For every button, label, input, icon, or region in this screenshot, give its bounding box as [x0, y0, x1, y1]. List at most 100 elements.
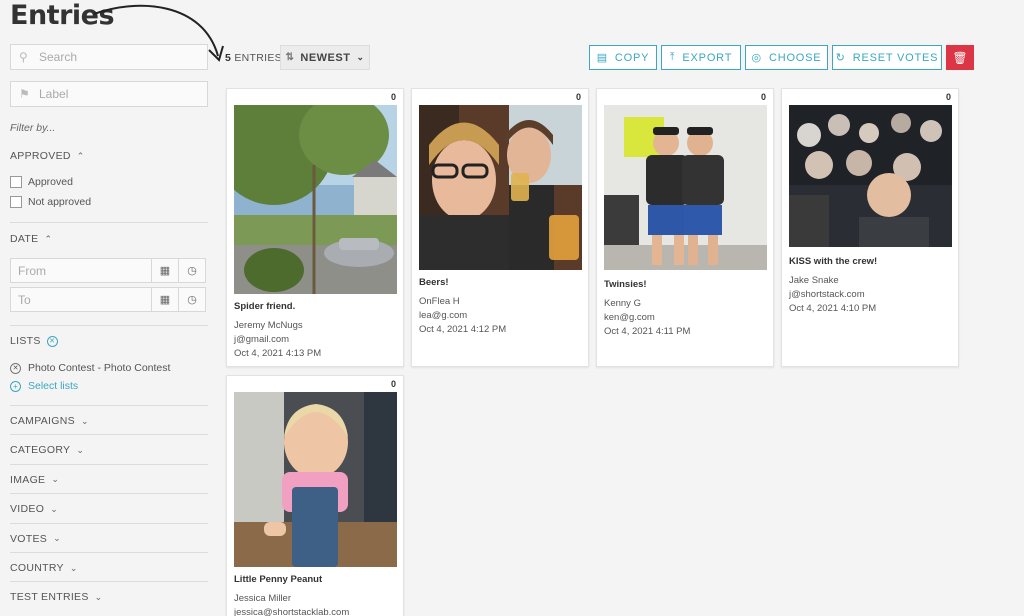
- approved-section-toggle[interactable]: APPROVED ⌃: [10, 150, 85, 162]
- date-to-row: To ▦ ◷: [10, 287, 206, 312]
- section-toggle-country[interactable]: COUNTRY ⌄: [10, 562, 78, 574]
- date-heading: DATE: [10, 233, 39, 245]
- plus-icon: +: [10, 380, 21, 392]
- to-placeholder: To: [18, 292, 31, 307]
- approved-checkbox-row[interactable]: Approved: [10, 176, 73, 188]
- entry-name: Kenny G: [604, 298, 641, 309]
- export-icon: ⤒: [669, 51, 676, 63]
- section-heading: IMAGE: [10, 473, 46, 486]
- clock-icon[interactable]: ◷: [179, 287, 206, 312]
- remove-list-icon[interactable]: ✕: [10, 362, 21, 374]
- divider: [10, 434, 208, 436]
- entry-card[interactable]: 0 Spider friend. Jeremy McNugs j@gmail.c…: [226, 88, 404, 367]
- entry-name: Jeremy McNugs: [234, 320, 303, 331]
- divider: [10, 325, 208, 326]
- calendar-icon[interactable]: ▦: [152, 258, 179, 283]
- chevron-down-icon: ⌄: [51, 474, 60, 485]
- divider: [10, 493, 208, 495]
- entry-title: KISS with the crew!: [789, 256, 878, 267]
- lists-heading: LISTS: [10, 335, 41, 347]
- sort-icon: ⇅: [285, 52, 295, 63]
- choose-button[interactable]: ◎ CHOOSE: [745, 45, 828, 70]
- divider: [10, 463, 208, 465]
- entry-date: Oct 4, 2021 4:11 PM: [604, 326, 691, 337]
- section-toggle-category[interactable]: CATEGORY ⌄: [10, 444, 84, 456]
- section-toggle-test-entries[interactable]: TEST ENTRIES ⌄: [10, 591, 103, 603]
- copy-button[interactable]: ▤ COPY: [589, 45, 657, 70]
- date-section-toggle[interactable]: DATE ⌃: [10, 233, 52, 245]
- entry-date: Oct 4, 2021 4:12 PM: [419, 324, 507, 335]
- vote-count: 0: [390, 379, 396, 389]
- section-toggle-campaigns[interactable]: CAMPAIGNS ⌄: [10, 415, 89, 427]
- entries-count-number: 5: [225, 52, 232, 64]
- entry-photo[interactable]: [234, 105, 397, 294]
- section-toggle-video[interactable]: VIDEO ⌄: [10, 503, 58, 515]
- entry-card[interactable]: 0 KISS with the crew! Jake Snake j@short…: [781, 88, 959, 367]
- search-placeholder: Search: [39, 50, 78, 64]
- section-heading: COUNTRY: [10, 562, 64, 574]
- vote-count: 0: [945, 92, 951, 102]
- entry-card[interactable]: 0 Little Penny Peanut Jessica Miller jes…: [226, 375, 404, 616]
- select-lists-link[interactable]: + Select lists: [10, 380, 78, 392]
- section-heading: CAMPAIGNS: [10, 415, 75, 427]
- entry-date: Oct 4, 2021 4:13 PM: [234, 348, 322, 359]
- entry-meta: Jeremy McNugs j@gmail.com Oct 4, 2021 4:…: [234, 319, 321, 361]
- section-heading: VOTES: [10, 532, 48, 545]
- section-heading: CATEGORY: [10, 444, 71, 457]
- divider: [10, 522, 208, 524]
- lists-section: LISTS ✕: [10, 335, 58, 347]
- entry-card[interactable]: 0 Twinsies! Kenny G ken@g.com Oct 4, 202…: [596, 88, 774, 367]
- approved-option-label: Approved: [28, 176, 73, 188]
- divider: [10, 552, 208, 553]
- divider: [10, 405, 208, 406]
- entry-photo[interactable]: [419, 105, 582, 270]
- entry-card[interactable]: 0 Beers! OnFlea H lea@g.com Oct 4, 2021 …: [411, 88, 589, 367]
- approved-checkbox[interactable]: [10, 176, 22, 188]
- search-input[interactable]: ⚲ Search: [10, 44, 208, 70]
- entry-title: Spider friend.: [234, 301, 296, 312]
- calendar-icon[interactable]: ▦: [152, 287, 179, 312]
- sort-dropdown[interactable]: ⇅ NEWEST ⌄: [280, 45, 370, 70]
- copy-label: COPY: [614, 51, 650, 64]
- export-label: EXPORT: [682, 51, 733, 64]
- entry-name: Jake Snake: [789, 275, 839, 286]
- chevron-up-icon: ⌃: [44, 233, 53, 244]
- label-input[interactable]: ⚑ Label: [10, 81, 208, 107]
- export-button[interactable]: ⤒ EXPORT: [661, 45, 741, 70]
- date-to-input[interactable]: To: [10, 287, 152, 312]
- entry-email: ken@g.com: [604, 312, 655, 323]
- not-approved-checkbox[interactable]: [10, 196, 22, 208]
- entry-title: Twinsies!: [604, 279, 647, 290]
- date-from-input[interactable]: From: [10, 258, 152, 283]
- selected-list-item: ✕ Photo Contest - Photo Contest: [10, 362, 170, 374]
- entry-meta: OnFlea H lea@g.com Oct 4, 2021 4:12 PM: [419, 295, 506, 337]
- search-icon: ⚲: [19, 50, 28, 64]
- entry-photo[interactable]: [234, 392, 397, 567]
- section-heading: VIDEO: [10, 503, 45, 516]
- clock-icon[interactable]: ◷: [179, 258, 206, 283]
- entry-photo[interactable]: [604, 105, 767, 270]
- not-approved-checkbox-row[interactable]: Not approved: [10, 196, 91, 208]
- section-toggle-votes[interactable]: VOTES ⌄: [10, 533, 61, 545]
- entry-email: lea@g.com: [419, 310, 468, 321]
- chevron-down-icon: ⌄: [76, 444, 85, 455]
- from-placeholder: From: [18, 263, 46, 278]
- entry-photo[interactable]: [789, 105, 952, 247]
- approved-heading: APPROVED: [10, 150, 71, 162]
- chevron-down-icon: ⌄: [94, 591, 103, 602]
- entry-meta: Kenny G ken@g.com Oct 4, 2021 4:11 PM: [604, 297, 690, 339]
- entry-email: j@shortstack.com: [789, 289, 865, 300]
- chevron-down-icon: ⌄: [80, 415, 89, 426]
- chevron-down-icon: ⌄: [50, 503, 59, 514]
- reset-votes-label: RESET VOTES: [852, 51, 939, 64]
- clear-lists-icon[interactable]: ✕: [46, 335, 58, 347]
- entry-email: j@gmail.com: [234, 334, 290, 345]
- entry-email: jessica@shortstacklab.com: [234, 607, 350, 616]
- delete-button[interactable]: 🗑: [946, 45, 974, 70]
- sort-label: NEWEST: [300, 51, 351, 64]
- bookmark-icon: ⚑: [19, 87, 30, 101]
- section-toggle-image[interactable]: IMAGE ⌄: [10, 474, 59, 486]
- award-icon: ◎: [751, 52, 762, 64]
- reset-votes-button[interactable]: ↻ RESET VOTES: [832, 45, 942, 70]
- entry-meta: Jake Snake j@shortstack.com Oct 4, 2021 …: [789, 274, 876, 316]
